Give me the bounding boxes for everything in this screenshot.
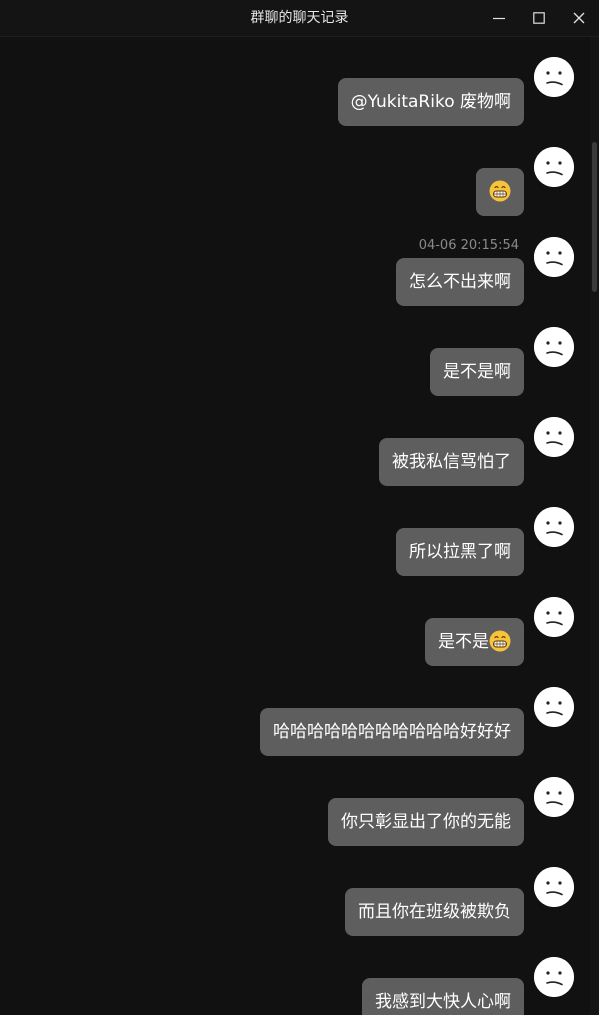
avatar[interactable] — [534, 507, 574, 547]
message-row: 哈哈哈哈哈哈哈哈哈哈哈好好好 — [0, 667, 590, 757]
message-text: 是不是啊 — [443, 362, 511, 382]
scrollbar-thumb[interactable] — [592, 142, 597, 292]
avatar[interactable] — [534, 957, 574, 997]
avatar[interactable] — [534, 57, 574, 97]
message-bubble[interactable]: 而且你在班级被欺负 — [345, 888, 524, 936]
maximize-button[interactable] — [519, 0, 559, 36]
message-row: 是不是 — [0, 577, 590, 667]
maximize-icon — [533, 12, 545, 24]
avatar[interactable] — [534, 687, 574, 727]
message-row: 是不是啊 — [0, 307, 590, 397]
message-text: 你只彰显出了你的无能 — [341, 812, 511, 832]
message-text: 而且你在班级被欺负 — [358, 902, 511, 922]
message-timestamp: 04-06 20:15:54 — [418, 238, 519, 253]
message-text: 怎么不出来啊 — [409, 272, 511, 292]
message-bubble[interactable]: 是不是啊 — [430, 348, 524, 396]
avatar[interactable] — [534, 867, 574, 907]
message-list[interactable]: @YukitaRiko 废物啊 04-06 20:15:54 怎么不出来啊 是不是… — [0, 37, 590, 1015]
message-text: 我感到大快人心啊 — [375, 992, 511, 1012]
message-text: 哈哈哈哈哈哈哈哈哈哈哈好好好 — [273, 722, 511, 742]
message-text: 被我私信骂怕了 — [392, 452, 511, 472]
grinning-face-icon — [489, 630, 511, 652]
title-bar[interactable]: 群聊的聊天记录 — [0, 0, 599, 37]
grinning-face-icon — [489, 180, 511, 202]
minimize-button[interactable] — [479, 0, 519, 36]
avatar[interactable] — [534, 417, 574, 457]
message-row: 而且你在班级被欺负 — [0, 847, 590, 937]
message-bubble[interactable]: 被我私信骂怕了 — [379, 438, 524, 486]
message-text: 是不是 — [438, 632, 489, 652]
close-button[interactable] — [559, 0, 599, 36]
message-bubble[interactable]: 是不是 — [425, 618, 524, 666]
message-bubble[interactable] — [476, 168, 524, 216]
message-bubble[interactable]: 所以拉黑了啊 — [396, 528, 524, 576]
avatar[interactable] — [534, 147, 574, 187]
message-bubble[interactable]: 怎么不出来啊 — [396, 258, 524, 306]
message-bubble[interactable]: 我感到大快人心啊 — [362, 978, 524, 1015]
avatar[interactable] — [534, 237, 574, 277]
message-bubble[interactable]: @YukitaRiko 废物啊 — [337, 78, 524, 126]
message-text: @YukitaRiko 废物啊 — [350, 92, 511, 112]
avatar[interactable] — [534, 327, 574, 367]
minimize-icon — [493, 12, 505, 24]
chat-history-window: 群聊的聊天记录 @YukitaRiko 废物啊 04-06 20:15:54 怎… — [0, 0, 599, 1015]
message-bubble[interactable]: 你只彰显出了你的无能 — [328, 798, 524, 846]
message-row: 我感到大快人心啊 — [0, 937, 590, 1015]
message-text: 所以拉黑了啊 — [409, 542, 511, 562]
message-row — [0, 127, 590, 217]
avatar[interactable] — [534, 777, 574, 817]
avatar[interactable] — [534, 597, 574, 637]
message-row: 被我私信骂怕了 — [0, 397, 590, 487]
scrollbar[interactable] — [590, 37, 599, 1015]
message-row: 你只彰显出了你的无能 — [0, 757, 590, 847]
message-row: 所以拉黑了啊 — [0, 487, 590, 577]
message-bubble[interactable]: 哈哈哈哈哈哈哈哈哈哈哈好好好 — [260, 708, 524, 756]
message-row: @YukitaRiko 废物啊 — [0, 37, 590, 127]
message-row: 04-06 20:15:54 怎么不出来啊 — [0, 217, 590, 307]
close-icon — [573, 12, 585, 24]
